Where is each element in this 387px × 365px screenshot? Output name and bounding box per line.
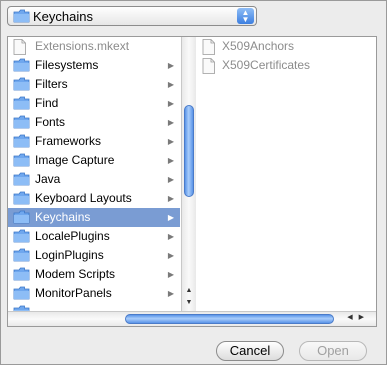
list-item-label: Modem Scripts bbox=[35, 267, 116, 281]
folder-icon bbox=[13, 248, 31, 263]
list-item-label: Extensions.mkext bbox=[35, 39, 130, 53]
column-1-scroll-arrows[interactable]: ▲ ▼ bbox=[182, 285, 196, 309]
list-item[interactable]: MonitorPanels ▶ bbox=[8, 284, 180, 303]
list-item-label: Filters bbox=[35, 77, 68, 91]
open-button[interactable]: Open bbox=[299, 341, 367, 361]
list-item[interactable]: Extensions.mkext bbox=[8, 37, 180, 56]
folder-icon bbox=[13, 267, 31, 282]
document-icon bbox=[202, 39, 220, 55]
list-item[interactable]: Frameworks ▶ bbox=[8, 132, 180, 151]
disclosure-arrow-icon: ▶ bbox=[167, 194, 174, 203]
folder-icon bbox=[13, 115, 31, 130]
list-item[interactable]: Find ▶ bbox=[8, 94, 180, 113]
cancel-button[interactable]: Cancel bbox=[216, 341, 284, 361]
disclosure-arrow-icon: ▶ bbox=[167, 118, 174, 127]
column-browser: Extensions.mkext Filesystems ▶ Filters ▶ Find… bbox=[7, 36, 377, 327]
list-item[interactable]: X509Certificates bbox=[197, 56, 372, 75]
disclosure-arrow-icon: ▶ bbox=[167, 289, 174, 298]
path-popup[interactable]: Keychains ▲ ▼ bbox=[7, 6, 257, 26]
disclosure-arrow-icon: ▶ bbox=[167, 175, 174, 184]
folder-icon bbox=[13, 210, 31, 225]
disclosure-arrow-icon: ▶ bbox=[167, 251, 174, 260]
folder-icon bbox=[13, 77, 31, 92]
list-item-label: Keychains bbox=[35, 210, 91, 224]
scroll-right-arrow-icon[interactable]: ▶ bbox=[359, 314, 370, 321]
folder-icon bbox=[13, 229, 31, 244]
folder-icon bbox=[13, 9, 30, 26]
browser-column-1: Extensions.mkext Filesystems ▶ Filters ▶ Find… bbox=[8, 37, 180, 311]
list-item-label: LoginPlugins bbox=[35, 248, 104, 262]
list-item[interactable]: Image Capture ▶ bbox=[8, 151, 180, 170]
open-dialog: Keychains ▲ ▼ Extensions.mkext Filesystems… bbox=[0, 0, 387, 365]
list-item-label: Keyboard Layouts bbox=[35, 191, 132, 205]
scroll-left-arrow-icon[interactable]: ◀ bbox=[347, 314, 358, 321]
list-item[interactable]: Filters ▶ bbox=[8, 75, 180, 94]
folder-icon bbox=[13, 153, 31, 168]
list-item-label: X509Certificates bbox=[222, 58, 311, 72]
horizontal-scroll-arrows[interactable]: ◀▶ bbox=[347, 313, 370, 321]
list-item[interactable]: Filesystems ▶ bbox=[8, 56, 180, 75]
path-popup-label: Keychains bbox=[33, 9, 93, 24]
disclosure-arrow-icon: ▶ bbox=[167, 270, 174, 279]
list-item-label: Image Capture bbox=[35, 153, 115, 167]
list-item[interactable]: Fonts ▶ bbox=[8, 113, 180, 132]
column-1-scrollbar[interactable]: ▲ ▼ bbox=[181, 37, 196, 311]
list-item-label: MonitorPanels bbox=[35, 286, 112, 300]
list-item[interactable]: Keychains ▶ bbox=[8, 208, 180, 227]
list-item[interactable]: Modem Scripts ▶ bbox=[8, 265, 180, 284]
folder-icon bbox=[13, 58, 31, 73]
scroll-up-arrow-icon[interactable]: ▲ bbox=[186, 287, 193, 294]
folder-icon bbox=[13, 134, 31, 149]
disclosure-arrow-icon: ▶ bbox=[167, 156, 174, 165]
disclosure-arrow-icon: ▶ bbox=[167, 80, 174, 89]
list-item-label: LocalePlugins bbox=[35, 229, 110, 243]
browser-column-2: X509Anchors X509Certificates bbox=[197, 37, 372, 311]
list-item-label: Fonts bbox=[35, 115, 66, 129]
disclosure-arrow-icon: ▶ bbox=[167, 232, 174, 241]
list-item-label: Frameworks bbox=[35, 134, 102, 148]
folder-icon bbox=[13, 286, 31, 301]
popup-arrows-icon: ▲ ▼ bbox=[237, 8, 254, 24]
document-icon bbox=[13, 39, 31, 55]
list-item-label: X509Anchors bbox=[222, 39, 295, 53]
list-item-label: Java bbox=[35, 172, 61, 186]
list-item-label: Find bbox=[35, 96, 59, 110]
list-item[interactable]: LoginPlugins ▶ bbox=[8, 246, 180, 265]
disclosure-arrow-icon: ▶ bbox=[167, 61, 174, 70]
folder-icon bbox=[13, 172, 31, 187]
scroll-down-arrow-icon[interactable]: ▼ bbox=[186, 299, 193, 306]
list-item[interactable]: X509Anchors bbox=[197, 37, 372, 56]
list-item-label: Filesystems bbox=[35, 58, 99, 72]
folder-icon bbox=[13, 191, 31, 206]
disclosure-arrow-icon: ▶ bbox=[167, 213, 174, 222]
horizontal-scrollbar[interactable]: ◀▶ bbox=[8, 311, 376, 326]
disclosure-arrow-icon: ▶ bbox=[167, 99, 174, 108]
list-item[interactable]: Keyboard Layouts ▶ bbox=[8, 189, 180, 208]
horizontal-scroll-thumb[interactable] bbox=[125, 314, 334, 324]
list-item[interactable]: LocalePlugins ▶ bbox=[8, 227, 180, 246]
column-1-scroll-thumb[interactable] bbox=[184, 105, 194, 197]
list-item-partial[interactable] bbox=[8, 303, 180, 311]
list-item[interactable]: Java ▶ bbox=[8, 170, 180, 189]
folder-icon bbox=[13, 96, 31, 111]
disclosure-arrow-icon: ▶ bbox=[167, 137, 174, 146]
document-icon bbox=[202, 58, 220, 74]
